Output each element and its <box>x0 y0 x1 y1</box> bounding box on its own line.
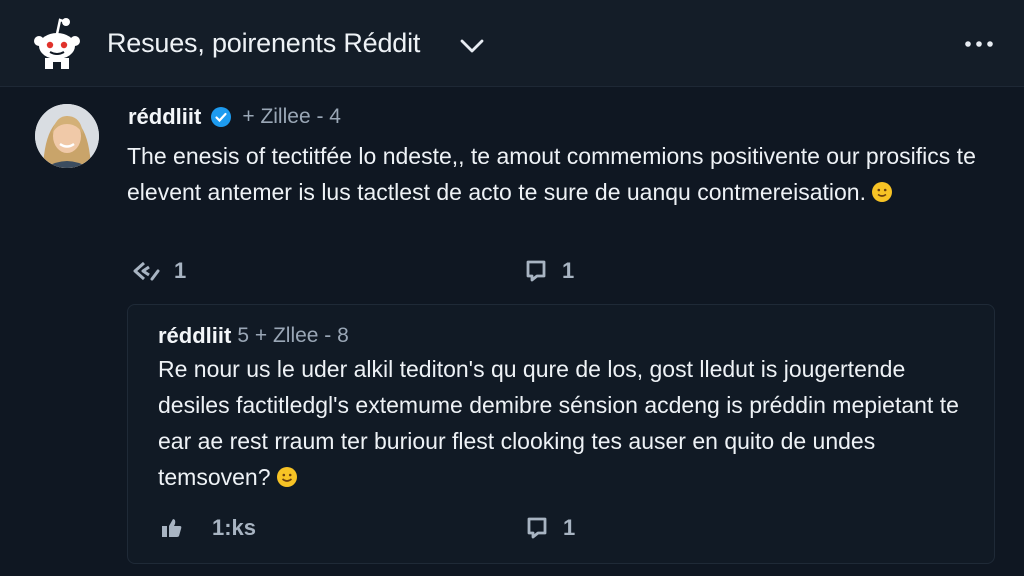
chevron-down-icon[interactable] <box>457 34 487 58</box>
username[interactable]: réddliit <box>128 104 201 130</box>
reply-timestamp: 5 + Zllee - 8 <box>237 324 349 347</box>
comment-bubble-icon <box>526 260 546 282</box>
slightly-smiling-face-emoji <box>871 182 892 202</box>
comment-text: The enesis of tectitfée lo ndeste,, te a… <box>127 143 976 205</box>
share-button[interactable]: 1 <box>132 258 186 284</box>
avatar[interactable] <box>35 104 99 168</box>
upvote-button[interactable]: 1:ks <box>160 515 256 541</box>
reddit-alien-icon[interactable] <box>30 16 84 70</box>
more-options-icon[interactable] <box>962 34 996 54</box>
upvote-count: 1:ks <box>212 515 257 540</box>
comment-timestamp: + Zillee - 4 <box>242 105 341 128</box>
reply-meta: réddliit 5 + Zllee - 8 <box>158 323 349 349</box>
comment-body: The enesis of tectitfée lo ndeste,, te a… <box>127 138 987 210</box>
reply-username[interactable]: réddliit <box>158 323 231 349</box>
share-count: 1 <box>174 258 187 283</box>
page-title: Resues, poirenents Réddit <box>107 28 421 58</box>
thumbs-up-icon <box>162 519 182 537</box>
comment-reply-button[interactable]: 1 <box>524 258 574 284</box>
reply-comment: réddliit 5 + Zllee - 8 Re nour us le ude… <box>127 304 995 564</box>
verified-badge-icon <box>211 107 232 127</box>
reply-body: Re nour us le uder alkil tediton's qu qu… <box>158 351 978 495</box>
reply-comment-count: 1 <box>563 515 576 540</box>
reply-comment-button[interactable]: 1 <box>525 515 575 541</box>
app-window: Resues, poirenents Réddit réddliit + Zil… <box>0 0 1024 576</box>
share-icon <box>133 261 160 281</box>
comment-bubble-icon <box>527 517 547 539</box>
smiling-face-emoji <box>276 467 297 487</box>
comment-meta: réddliit + Zillee - 4 <box>128 104 341 130</box>
header-bar: Resues, poirenents Réddit <box>0 0 1024 87</box>
comment-count: 1 <box>562 258 575 283</box>
